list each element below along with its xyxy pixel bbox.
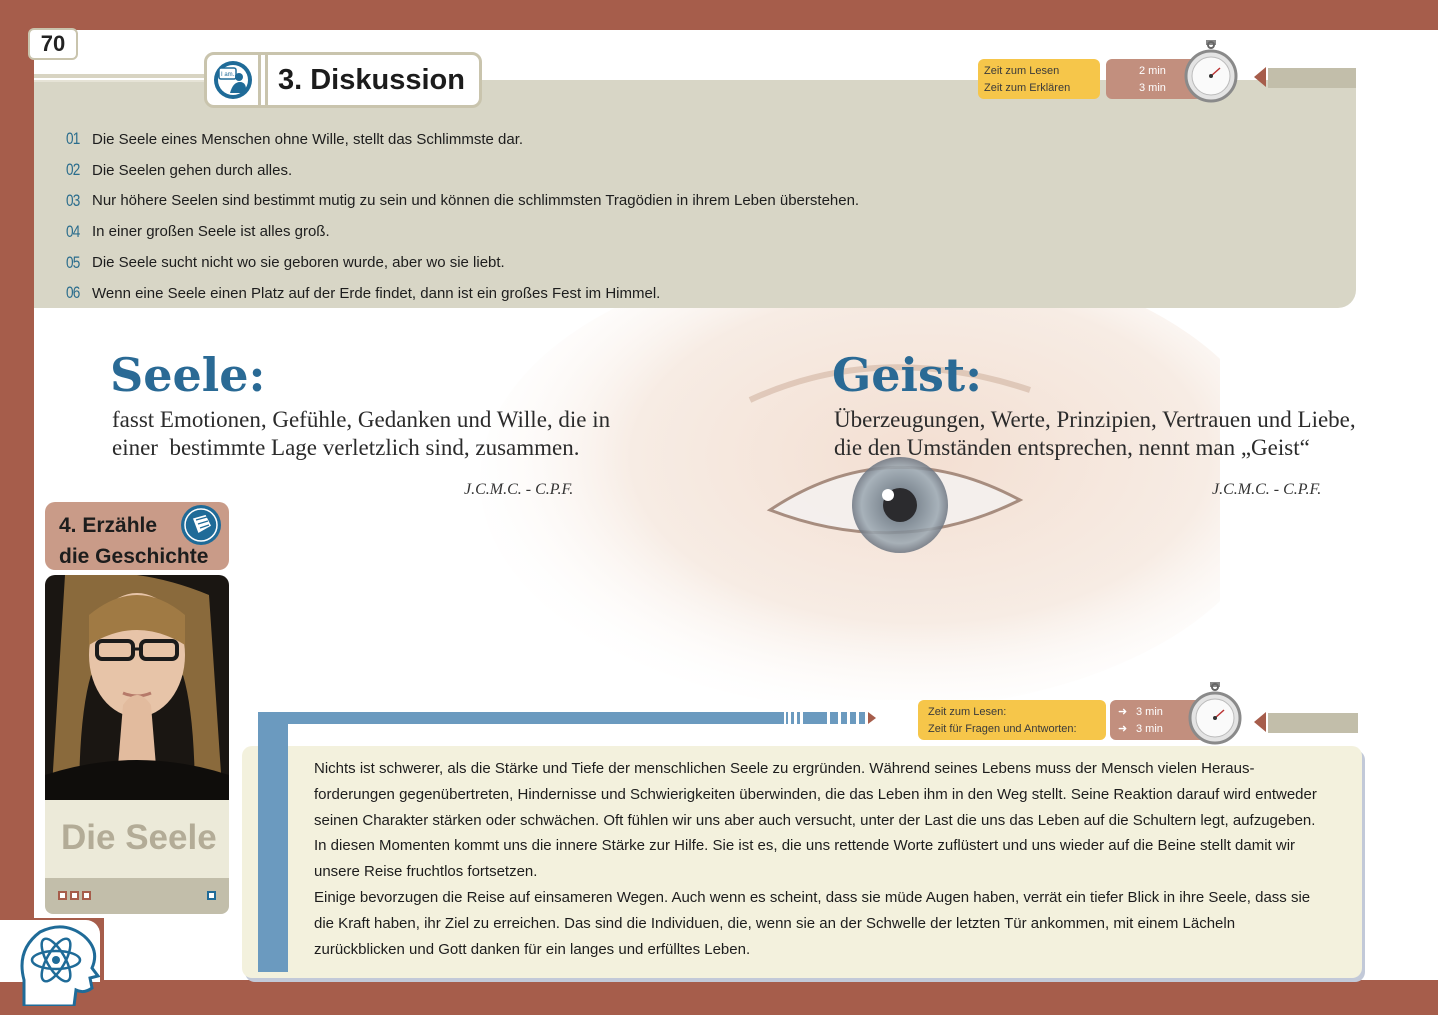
seele-signature: J.C.M.C. - C.P.F. [464, 481, 574, 498]
item-text: Nur höhere Seelen sind bestimmt mutig zu… [92, 192, 860, 210]
arrow-tip-decoration [1254, 712, 1266, 732]
stripe-decoration [786, 712, 876, 724]
story-time-labels: Zeit zum Lesen: Zeit für Fragen und Antw… [918, 700, 1106, 740]
discussion-list: 01 Die Seele eines Menschen ohne Wille, s… [66, 124, 859, 309]
seele-definition: fasst Emotionen, Gefühle, Gedanken und W… [112, 406, 610, 462]
story-label: Die Seele [45, 800, 229, 878]
arrow-tip-decoration [1254, 67, 1266, 87]
stopwatch-icon [1188, 682, 1242, 745]
item-text: In einer großen Seele ist alles groß. [92, 223, 330, 241]
discussion-header: I am... 3. Diskussion [204, 52, 482, 108]
geist-line-2: die den Umständen entsprechen, nennt man… [834, 435, 1310, 460]
time-read-label: Zeit zum Lesen: [928, 706, 1007, 718]
person-speaking-icon: I am... [207, 55, 261, 105]
geist-definition: Überzeugungen, Werte, Prinzipien, Vertra… [834, 406, 1356, 462]
story-box-topbar [258, 712, 784, 724]
item-number: 02 [66, 160, 80, 180]
seele-line-1: fasst Emotionen, Gefühle, Gedanken und W… [112, 407, 611, 432]
header-bar-decoration [1268, 68, 1356, 88]
nav-dot [82, 891, 91, 900]
item-number: 05 [66, 252, 80, 272]
arrow-right-icon: ➜ [1118, 706, 1128, 718]
story-bar-decoration [1268, 713, 1358, 733]
time-read-label: Zeit zum Lesen [984, 65, 1060, 77]
header-rule-secondary [34, 80, 208, 82]
item-text: Die Seele sucht nicht wo sie geboren wur… [92, 254, 505, 272]
seele-title: Seele: [110, 348, 266, 402]
item-text: Die Seele eines Menschen ohne Wille, ste… [92, 130, 524, 148]
nav-dot-active [207, 891, 216, 900]
list-item: 05 Die Seele sucht nicht wo sie geboren w… [66, 247, 859, 278]
list-item: 01 Die Seele eines Menschen ohne Wille, s… [66, 124, 859, 155]
story-paragraph-2: Einige bevorzugen die Reise auf einsamer… [314, 888, 1311, 958]
nav-dot [58, 891, 67, 900]
story-card-footer [45, 878, 229, 914]
stopwatch-icon [1184, 40, 1238, 103]
list-item: 03 Nur höhere Seelen sind bestimmt mutig … [66, 186, 859, 217]
list-item: 06 Wenn eine Seele einen Platz auf der Er… [66, 278, 859, 309]
item-number: 06 [66, 283, 80, 303]
item-number: 04 [66, 221, 80, 241]
story-paragraph-1: Nichts ist schwerer, als die Stärke und … [314, 760, 1317, 881]
time-qa-label: Zeit für Fragen und Antworten: [928, 723, 1077, 735]
item-number: 01 [66, 129, 80, 149]
atom-head-icon [20, 925, 100, 1006]
list-item: 02 Die Seelen gehen durch alles. [66, 155, 859, 186]
time-qa-value: 3 min [1136, 723, 1163, 735]
seele-line-2: einer bestimmte Lage verletzlich sind, z… [112, 435, 580, 460]
time-read-value: 3 min [1136, 706, 1163, 718]
arrow-right-icon: ➜ [1118, 723, 1128, 735]
geist-line-1: Überzeugungen, Werte, Prinzipien, Vertra… [834, 407, 1356, 432]
story-box-frame [258, 712, 288, 972]
time-explain-label: Zeit zum Erklären [984, 82, 1071, 94]
header-rule [34, 74, 208, 78]
discussion-title: 3. Diskussion [265, 55, 465, 105]
book-icon [181, 505, 221, 545]
item-text: Die Seelen gehen durch alles. [92, 161, 293, 179]
page-number: 70 [28, 28, 78, 60]
story-label-text: Die Seele [61, 818, 217, 857]
geist-signature: J.C.M.C. - C.P.F. [1212, 481, 1322, 498]
discussion-time-labels: Zeit zum Lesen Zeit zum Erklären [978, 59, 1100, 99]
item-text: Wenn eine Seele einen Platz auf der Erde… [92, 284, 661, 302]
woman-praying-photo [45, 575, 229, 803]
story-text: Nichts ist schwerer, als die Stärke und … [314, 756, 1324, 962]
item-number: 03 [66, 190, 80, 210]
nav-dot [70, 891, 79, 900]
list-item: 04 In einer großen Seele ist alles groß. [66, 216, 859, 247]
geist-title: Geist: [832, 348, 983, 402]
